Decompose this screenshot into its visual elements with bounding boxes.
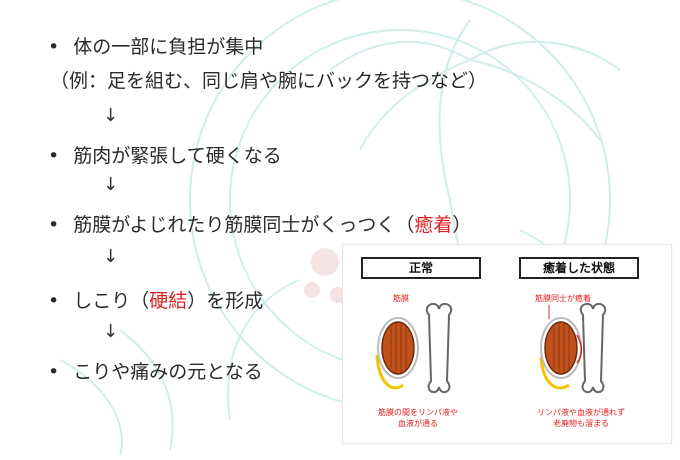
adhered-muscle-illustration (539, 302, 607, 394)
adhesion-caption-line-1: リンパ液や血液が通れず (537, 408, 625, 417)
step-5-text: こりや痛みの元となる (73, 361, 263, 383)
step-4-close: ）を形成 (187, 290, 264, 312)
fascia-comparison-figure: 正常 癒着した状態 筋膜 筋膜同士が癒着 筋膜の間をリンパ液や 血液が通る リン… (342, 244, 672, 444)
arrow-4: ↓ (103, 321, 119, 342)
step-4-highlight: 硬結 (149, 290, 188, 312)
step-3: 筋膜がよじれたり筋膜同士がくっつく（癒着） (48, 210, 471, 237)
step-1-example: （例：足を組む、同じ肩や腕にバックを持つなど） (50, 70, 488, 92)
normal-label-fascia: 筋膜 (393, 294, 409, 303)
step-4-text: しこり（ (73, 290, 150, 312)
step-2-text: 筋肉が緊張して硬くなる (73, 145, 282, 167)
normal-muscle-illustration (375, 302, 453, 394)
step-1-text: 体の一部に負担が集中 (73, 36, 264, 58)
arrow-1: ↓ (103, 105, 119, 126)
adhesion-header: 癒着した状態 (519, 257, 639, 279)
step-1: 体の一部に負担が集中 (48, 32, 263, 59)
step-3-highlight: 癒着 (414, 214, 453, 236)
arrow-3: ↓ (103, 246, 119, 267)
adhesion-caption-line-2: 老廃物も溜まる (553, 419, 609, 428)
step-5: こりや痛みの元となる (48, 357, 263, 384)
normal-header: 正常 (361, 257, 481, 279)
arrow-2: ↓ (103, 174, 119, 195)
step-4: しこり（硬結）を形成 (48, 286, 263, 313)
adhesion-label-fascia: 筋膜同士が癒着 (535, 294, 591, 303)
normal-caption-line-1: 筋膜の間をリンパ液や (378, 408, 458, 417)
step-3-text: 筋膜がよじれたり筋膜同士がくっつく（ (73, 214, 415, 236)
normal-caption-line-2: 血液が通る (398, 419, 438, 428)
step-3-close: ） (452, 214, 472, 236)
step-2: 筋肉が緊張して硬くなる (48, 141, 282, 168)
